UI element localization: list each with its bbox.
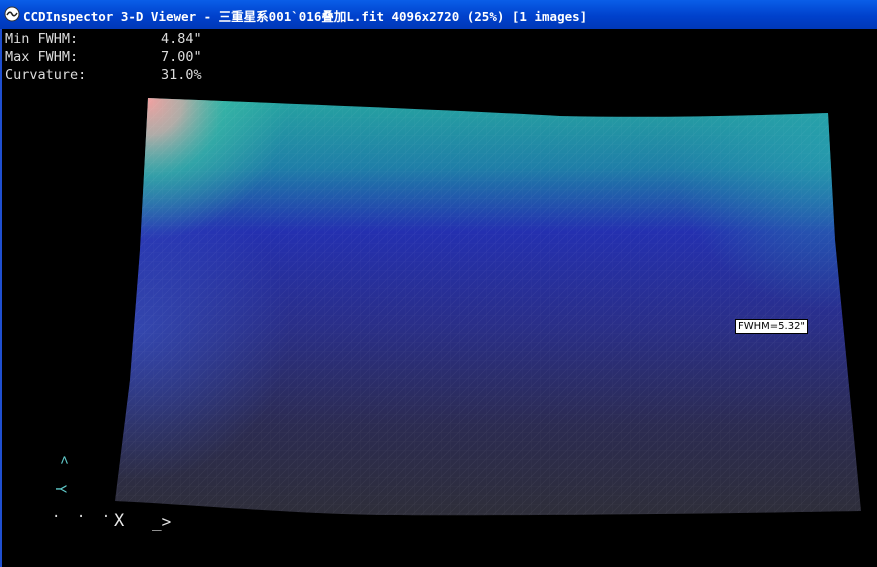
curvature-value: 31.0%: [161, 67, 202, 83]
max-fwhm-label: Max FWHM:: [5, 49, 79, 65]
fwhm-stats: Min FWHM: 4.84" Max FWHM: 7.00" Curvature:…: [5, 30, 202, 84]
x-axis-label: X: [114, 511, 125, 531]
max-fwhm-value: 7.00": [161, 49, 202, 65]
fwhm-surface-plot[interactable]: [0, 0, 877, 567]
max-fwhm-row: Max FWHM: 7.00": [5, 48, 202, 66]
curvature-row: Curvature: 31.0%: [5, 66, 202, 84]
x-axis-arrow-icon: _>: [152, 512, 172, 531]
y-axis-label: Y: [52, 484, 69, 494]
curvature-label: Curvature:: [5, 67, 87, 83]
fwhm-tooltip: FWHM=5.32": [735, 319, 809, 334]
min-fwhm-label: Min FWHM:: [5, 31, 79, 47]
surface-mesh: [115, 98, 861, 516]
y-axis-arrow-icon: <: [56, 455, 73, 465]
min-fwhm-row: Min FWHM: 4.84": [5, 30, 202, 48]
axis-origin-dots: . . .: [52, 505, 115, 521]
min-fwhm-value: 4.84": [161, 31, 202, 47]
